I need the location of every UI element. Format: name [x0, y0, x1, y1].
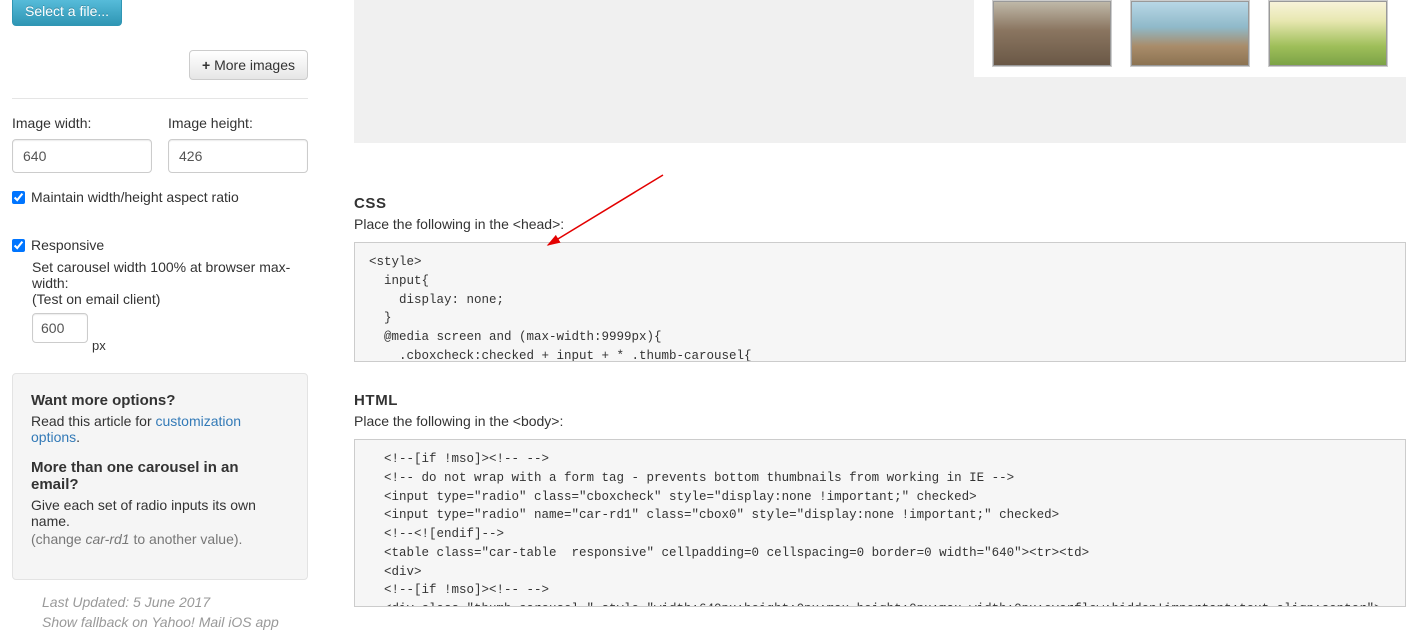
thumbnail-3[interactable] — [1268, 0, 1388, 67]
thumbnail-1[interactable] — [992, 0, 1112, 67]
html-section-title: HTML — [354, 392, 1406, 409]
responsive-note-2: (Test on email client) — [32, 291, 308, 307]
preview-area — [354, 0, 1406, 143]
fallback-note: Show fallback on Yahoo! Mail iOS app — [42, 612, 308, 632]
image-width-label: Image width: — [12, 115, 152, 131]
carousel-thumbnails — [974, 0, 1406, 77]
html-code-box[interactable]: <!--[if !mso]><!-- --> <!-- do not wrap … — [354, 439, 1406, 607]
last-updated: Last Updated: 5 June 2017 — [42, 592, 308, 612]
css-code-box[interactable]: <style> input{ display: none; } @media s… — [354, 242, 1406, 362]
more-images-button[interactable]: + More images — [189, 50, 308, 80]
responsive-label: Responsive — [31, 237, 104, 253]
options-box: Want more options? Read this article for… — [12, 373, 308, 580]
aspect-ratio-label: Maintain width/height aspect ratio — [31, 189, 239, 205]
thumbnail-2[interactable] — [1130, 0, 1250, 67]
image-width-input[interactable] — [12, 139, 152, 173]
css-section-title: CSS — [354, 195, 1406, 212]
responsive-width-input[interactable] — [32, 313, 88, 343]
responsive-note-1: Set carousel width 100% at browser max-w… — [32, 259, 308, 291]
multi-hint-prefix: (change — [31, 531, 85, 547]
multi-hint: (change car-rd1 to another value). — [31, 531, 289, 547]
responsive-checkbox[interactable] — [12, 239, 25, 252]
html-section-note: Place the following in the <body>: — [354, 413, 1406, 429]
options-dot: . — [76, 429, 80, 445]
px-unit: px — [92, 338, 106, 353]
divider — [12, 98, 308, 99]
main: CSS Place the following in the <head>: <… — [320, 0, 1406, 633]
css-section-note: Place the following in the <head>: — [354, 216, 1406, 232]
multi-hint-suffix: to another value). — [130, 531, 243, 547]
plus-icon: + — [202, 57, 210, 73]
options-text-prefix: Read this article for — [31, 413, 156, 429]
more-images-label: More images — [214, 57, 295, 73]
options-title: Want more options? — [31, 392, 289, 409]
multi-title: More than one carousel in an email? — [31, 459, 289, 493]
multi-text: Give each set of radio inputs its own na… — [31, 497, 289, 529]
footer-note: Last Updated: 5 June 2017 Show fallback … — [12, 592, 308, 633]
sidebar: Select a file... + More images Image wid… — [0, 0, 320, 633]
aspect-ratio-checkbox[interactable] — [12, 191, 25, 204]
select-file-button[interactable]: Select a file... — [12, 0, 122, 26]
image-height-label: Image height: — [168, 115, 308, 131]
options-text: Read this article for customization opti… — [31, 413, 289, 445]
multi-hint-em: car-rd1 — [85, 531, 129, 547]
image-height-input[interactable] — [168, 139, 308, 173]
